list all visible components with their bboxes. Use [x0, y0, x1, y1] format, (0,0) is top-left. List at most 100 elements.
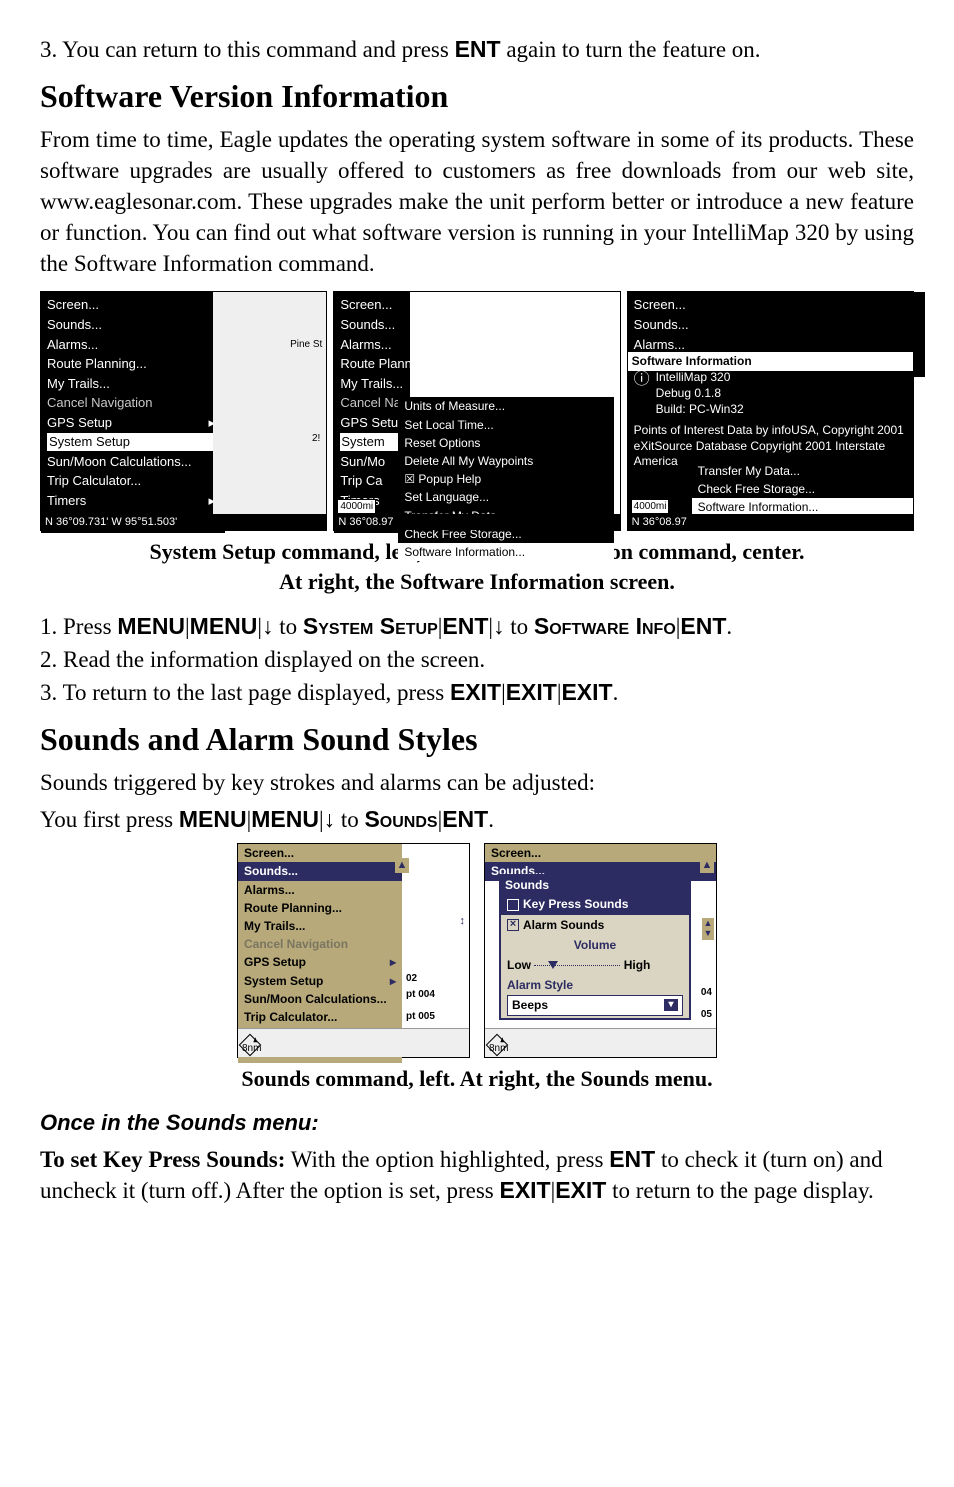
- info-line: Points of Interest Data by infoUSA, Copy…: [634, 423, 907, 439]
- submenu-item[interactable]: Delete All My Waypoints: [398, 452, 614, 470]
- scale-label: 8nm: [242, 1042, 261, 1056]
- map-label: Pine St: [290, 338, 322, 352]
- menu-item[interactable]: Alarms...: [47, 335, 219, 355]
- map-strip: 8nm: [485, 1028, 716, 1057]
- submenu-item-selected[interactable]: Software Information...: [398, 543, 614, 561]
- menu-item[interactable]: Timers: [47, 491, 219, 511]
- menu-item[interactable]: GPS Setup: [340, 413, 404, 433]
- menu-item[interactable]: Screen...: [634, 295, 919, 315]
- map-background: Pine St 2!: [213, 292, 326, 516]
- step-3: 3. To return to the last page displayed,…: [40, 677, 914, 708]
- menu-item[interactable]: Sounds...: [634, 315, 919, 335]
- status-bar: N 36°08.97: [334, 514, 619, 531]
- map-marker: ↕: [460, 914, 466, 929]
- submenu-item[interactable]: ☒ Popup Help: [398, 470, 614, 488]
- sounds-keyseq: You first press MENU|MENU|↓ to Sounds|EN…: [40, 804, 914, 835]
- screenshot-software-info-screen: Screen... Sounds... Alarms... Route Plan…: [627, 291, 914, 531]
- menu-item[interactable]: Route Planning...: [340, 354, 404, 374]
- para-software: From time to time, Eagle updates the ope…: [40, 124, 914, 279]
- slider-thumb-icon[interactable]: [548, 961, 558, 969]
- menu-item[interactable]: Screen...: [485, 844, 716, 862]
- range-label: 4000mi: [337, 499, 376, 515]
- menu-item-disabled: Cancel Navigation: [47, 393, 219, 413]
- menu-item[interactable]: My Trails...: [238, 917, 402, 935]
- menu-item[interactable]: System Setup: [238, 972, 402, 990]
- screenshot-row-1: Screen... Sounds... Alarms... Route Plan…: [40, 291, 914, 531]
- wp-label: pt 004: [406, 988, 435, 1002]
- info-body: ⓘ IntelliMap 320 Debug 0.1.8 Build: PC-W…: [628, 368, 913, 472]
- menu-item-selected[interactable]: System: [340, 433, 402, 451]
- range-label: 4000mi: [631, 499, 670, 515]
- menu-item[interactable]: Alarms...: [238, 881, 402, 899]
- menu-item-disabled: Cancel Navigation: [238, 935, 402, 953]
- row-key-press-sounds[interactable]: Key Press Sounds: [501, 894, 689, 914]
- map-label: 2!: [312, 432, 320, 446]
- menu-item[interactable]: Alarms...: [340, 335, 404, 355]
- menu-item[interactable]: Screen...: [340, 295, 404, 315]
- info-line: Build: PC-Win32: [656, 402, 744, 418]
- menu-item[interactable]: Alarms...: [634, 335, 919, 355]
- para-sounds: Sounds triggered by key strokes and alar…: [40, 767, 914, 798]
- menu-item[interactable]: GPS Setup: [238, 953, 402, 971]
- menu-item[interactable]: Trip Calculator...: [238, 1008, 402, 1026]
- wp-label: 04: [701, 986, 712, 1000]
- submenu-item[interactable]: Reset Options: [398, 434, 614, 452]
- menu-item[interactable]: My Trails...: [47, 374, 219, 394]
- alarm-style-dropdown[interactable]: Beeps ▾: [507, 995, 683, 1015]
- alarm-style-label: Alarm Style: [501, 975, 689, 995]
- menu-item-selected[interactable]: System Setup: [47, 433, 219, 451]
- submenu-item[interactable]: Set Local Time...: [398, 416, 614, 434]
- menu-item[interactable]: Sounds...: [47, 315, 219, 335]
- menu-item[interactable]: Sun/Moon Calculations...: [47, 452, 219, 472]
- wp-label: 02: [406, 972, 417, 986]
- checkbox-icon[interactable]: [507, 919, 519, 931]
- menu-item-disabled: Cancel Navigation: [340, 393, 404, 413]
- volume-slider[interactable]: Low High: [501, 955, 689, 975]
- dropdown-value: Beeps: [512, 997, 548, 1013]
- screenshot-system-setup: Screen... Sounds... Alarms... Route Plan…: [40, 291, 327, 531]
- info-icon: ⓘ: [634, 370, 650, 417]
- menu-item[interactable]: My Trails...: [340, 374, 404, 394]
- screenshot-software-info-cmd: Screen... Sounds... Alarms... Route Plan…: [333, 291, 620, 531]
- menu-item-selected[interactable]: Sounds...: [238, 862, 402, 880]
- once-in-sounds-header: Once in the Sounds menu:: [40, 1108, 914, 1138]
- intro-ent: ENT: [455, 36, 501, 62]
- scroll-icon[interactable]: ▲▼: [702, 918, 714, 940]
- intro-text: 3. You can return to this command and pr…: [40, 37, 455, 62]
- map-strip: 8nm: [238, 1028, 469, 1057]
- menu-item[interactable]: Trip Calculator...: [47, 471, 219, 491]
- menu-item[interactable]: Route Planning...: [47, 354, 219, 374]
- caption-2: Sounds command, left. At right, the Soun…: [40, 1064, 914, 1094]
- menu-item[interactable]: Screen...: [238, 844, 402, 862]
- menu-item[interactable]: GPS Setup: [47, 413, 219, 433]
- screenshot-row-2: Screen... Sounds... Alarms... Route Plan…: [40, 843, 914, 1058]
- menu-item[interactable]: Trip Ca: [340, 471, 404, 491]
- submenu-item[interactable]: Check Free Storage...: [692, 480, 913, 498]
- sounds-popup: Sounds Key Press Sounds Alarm Sounds Vol…: [499, 874, 691, 1019]
- key-press-instructions: To set Key Press Sounds: With the option…: [40, 1144, 914, 1206]
- step-2: 2. Read the information displayed on the…: [40, 644, 914, 675]
- submenu-item[interactable]: Set Language...: [398, 488, 614, 506]
- heading-software-version: Software Version Information: [40, 75, 914, 118]
- dropdown-arrow-icon[interactable]: ▾: [664, 999, 678, 1011]
- scroll-up-icon[interactable]: ▲: [395, 858, 409, 873]
- submenu-item[interactable]: Units of Measure...: [398, 397, 614, 415]
- volume-label: Volume: [501, 935, 689, 955]
- menu-item[interactable]: Screen...: [47, 295, 219, 315]
- menu-item[interactable]: Sun/Mo: [340, 452, 404, 472]
- intro-step: 3. You can return to this command and pr…: [40, 34, 914, 65]
- heading-sounds: Sounds and Alarm Sound Styles: [40, 718, 914, 761]
- submenu-item[interactable]: Transfer My Data...: [692, 462, 913, 480]
- status-bar: N 36°09.731' W 95°51.503': [41, 514, 326, 531]
- scroll-up-icon[interactable]: ▲: [700, 858, 714, 873]
- menu-item[interactable]: Sun/Moon Calculations...: [238, 990, 402, 1008]
- checkbox-icon[interactable]: [507, 899, 519, 911]
- menu-item[interactable]: Sounds...: [340, 315, 404, 335]
- wp-label: pt 005: [406, 1010, 435, 1024]
- scale-label: 8nm: [489, 1042, 508, 1056]
- menu-item[interactable]: Route Planning...: [238, 899, 402, 917]
- row-alarm-sounds[interactable]: Alarm Sounds: [501, 915, 689, 935]
- intro-tail: again to turn the feature on.: [501, 37, 761, 62]
- screenshot-sounds-cmd: Screen... Sounds... Alarms... Route Plan…: [237, 843, 470, 1058]
- menu-left: Screen... Sounds... Alarms... Route Plan…: [41, 292, 225, 533]
